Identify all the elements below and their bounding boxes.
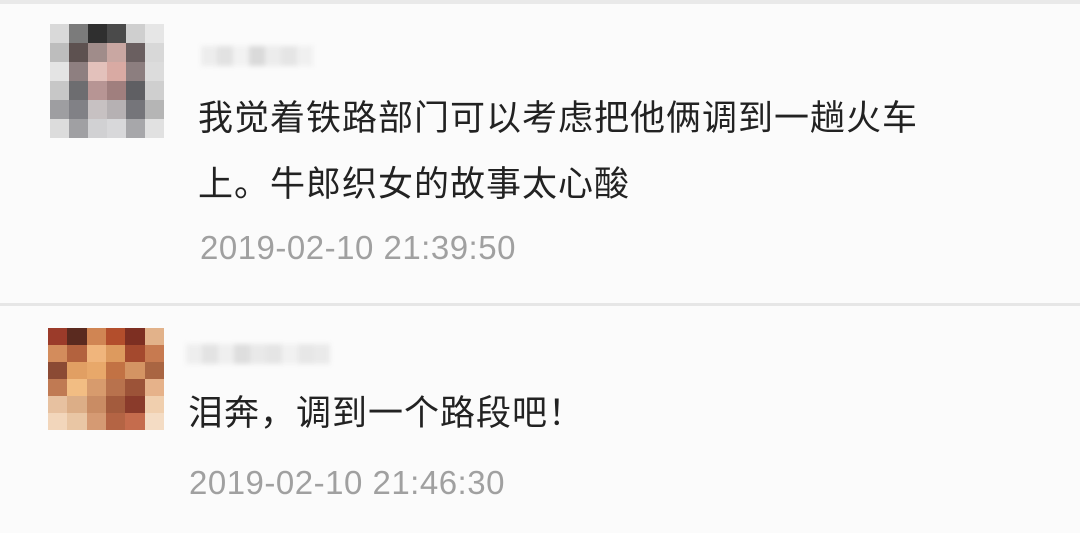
- avatar-pixelated[interactable]: [48, 328, 164, 430]
- avatar-pixel: [126, 43, 145, 62]
- username-blur-block: [217, 46, 233, 66]
- username-blur-block: [234, 344, 250, 364]
- avatar-pixel: [67, 396, 87, 413]
- avatar-pixel: [126, 81, 145, 100]
- avatar-pixel: [106, 396, 126, 413]
- avatar-pixel: [144, 328, 164, 345]
- avatar-pixel: [126, 119, 145, 138]
- avatar-pixel: [125, 328, 145, 345]
- avatar-pixel: [144, 396, 164, 413]
- avatar-pixel: [67, 413, 87, 430]
- avatar-pixel: [107, 43, 126, 62]
- avatar-pixel: [50, 43, 69, 62]
- username-blur-block: [218, 344, 234, 364]
- avatar-pixel: [86, 379, 106, 396]
- avatar-pixel: [107, 119, 126, 138]
- avatar-pixel: [50, 119, 69, 138]
- avatar-pixel: [125, 362, 145, 379]
- avatar-pixel: [50, 24, 69, 43]
- avatar-pixel: [86, 328, 106, 345]
- avatar-pixel: [86, 413, 106, 430]
- avatar-pixel: [67, 362, 87, 379]
- avatar-pixel: [67, 379, 87, 396]
- username-blurred[interactable]: [186, 344, 330, 364]
- avatar-pixel: [48, 345, 68, 362]
- avatar-pixel: [106, 362, 126, 379]
- avatar-pixel: [69, 81, 88, 100]
- username-blur-block: [201, 46, 217, 66]
- avatar-pixel: [48, 396, 68, 413]
- username-blur-block: [265, 46, 281, 66]
- avatar-pixel: [106, 379, 126, 396]
- username-blur-block: [233, 46, 249, 66]
- avatar-pixel: [144, 413, 164, 430]
- avatar-pixel: [88, 119, 107, 138]
- avatar-pixel: [88, 62, 107, 81]
- comment-list-screen: 我觉着铁路部门可以考虑把他俩调到一趟火车上。牛郎织女的故事太心酸 2019-02…: [0, 0, 1080, 533]
- avatar-pixel: [67, 328, 87, 345]
- avatar-pixel: [88, 100, 107, 119]
- avatar-pixel: [69, 24, 88, 43]
- avatar-pixel: [145, 100, 164, 119]
- avatar-pixel: [48, 413, 68, 430]
- avatar-pixel: [48, 328, 68, 345]
- username-blur-block: [297, 46, 313, 66]
- avatar-pixel: [86, 345, 106, 362]
- username-blur-block: [250, 344, 266, 364]
- avatar-pixel: [69, 43, 88, 62]
- username-blurred[interactable]: [201, 46, 313, 66]
- comment-timestamp: 2019-02-10 21:39:50: [200, 229, 516, 266]
- username-blur-block: [282, 344, 298, 364]
- avatar-pixel: [145, 43, 164, 62]
- avatar-pixel: [88, 24, 107, 43]
- username-blur-block: [202, 344, 218, 364]
- avatar-pixel: [144, 379, 164, 396]
- avatar-pixel: [145, 119, 164, 138]
- comment-timestamp: 2019-02-10 21:46:30: [189, 464, 505, 501]
- username-blur-block: [281, 46, 297, 66]
- avatar-pixel: [69, 100, 88, 119]
- avatar-pixel: [107, 62, 126, 81]
- avatar-pixel: [69, 62, 88, 81]
- avatar-pixel: [144, 345, 164, 362]
- avatar-pixelated[interactable]: [50, 24, 164, 138]
- avatar-pixel: [48, 379, 68, 396]
- avatar-pixel: [126, 100, 145, 119]
- avatar-pixel: [69, 119, 88, 138]
- username-blur-block: [186, 344, 202, 364]
- avatar-pixel: [106, 413, 126, 430]
- avatar-pixel: [125, 345, 145, 362]
- comment-text: 我觉着铁路部门可以考虑把他俩调到一趟火车上。牛郎织女的故事太心酸: [198, 99, 919, 205]
- comment-text: 泪奔，调到一个路段吧！: [188, 394, 585, 434]
- avatar-pixel: [145, 81, 164, 100]
- avatar-pixel: [50, 62, 69, 81]
- username-blur-block: [314, 344, 330, 364]
- avatar-pixel: [145, 62, 164, 81]
- avatar-pixel: [50, 81, 69, 100]
- avatar-pixel: [50, 100, 69, 119]
- avatar-pixel: [125, 379, 145, 396]
- avatar-pixel: [144, 362, 164, 379]
- avatar-pixel: [125, 396, 145, 413]
- avatar-pixel: [107, 24, 126, 43]
- avatar-pixel: [145, 24, 164, 43]
- avatar-pixel: [126, 24, 145, 43]
- avatar-pixel: [67, 345, 87, 362]
- username-blur-block: [298, 344, 314, 364]
- avatar-pixel: [86, 362, 106, 379]
- avatar-pixel: [126, 62, 145, 81]
- avatar-pixel: [106, 345, 126, 362]
- avatar-pixel: [125, 413, 145, 430]
- avatar-pixel: [106, 328, 126, 345]
- avatar-pixel: [107, 100, 126, 119]
- avatar-pixel: [48, 362, 68, 379]
- avatar-pixel: [86, 396, 106, 413]
- avatar-pixel: [107, 81, 126, 100]
- avatar-pixel: [88, 81, 107, 100]
- username-blur-block: [266, 344, 282, 364]
- avatar-pixel: [88, 43, 107, 62]
- username-blur-block: [249, 46, 265, 66]
